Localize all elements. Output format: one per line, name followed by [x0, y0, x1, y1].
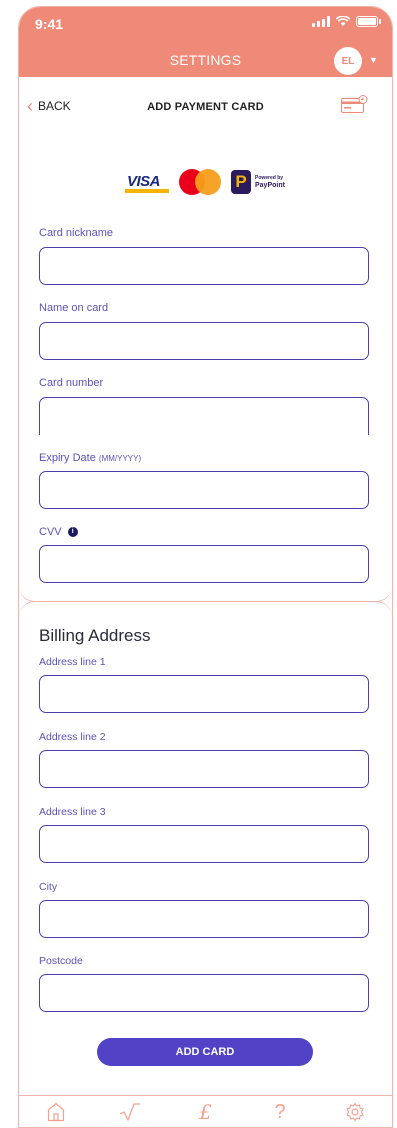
cvv-label-text: CVV [39, 526, 62, 538]
wifi-icon [336, 16, 350, 26]
expiry-date-label: Expiry Date (MM/YYYY) [39, 452, 141, 464]
signal-icon [312, 16, 330, 27]
tab-payments[interactable]: £ [185, 1098, 225, 1126]
chart-icon [119, 1103, 140, 1122]
cvv-input[interactable] [39, 545, 369, 583]
card-nickname-label: Card nickname [39, 227, 113, 239]
phone-frame: 9:41 SETTINGS EL ▼ ‹ BACK ADD PAYMENT CA… [18, 6, 393, 1128]
expiry-date-input[interactable] [39, 471, 369, 509]
chevron-down-icon[interactable]: ▼ [369, 55, 378, 65]
status-icons [312, 16, 381, 27]
payment-logos: VISA P Powered by PayPoint [125, 169, 285, 195]
address-line-2-label: Address line 2 [39, 731, 106, 743]
city-input[interactable] [39, 900, 369, 938]
card-number-input[interactable] [39, 397, 369, 435]
paypoint-name: PayPoint [255, 181, 285, 189]
paypoint-mark-icon: P [231, 170, 251, 194]
tab-settings[interactable] [335, 1098, 375, 1126]
subnav: ‹ BACK ADD PAYMENT CARD [19, 77, 392, 140]
status-time: 9:41 [35, 16, 64, 32]
pound-icon: £ [199, 1100, 212, 1124]
card-number-label: Card number [39, 377, 104, 389]
address-line-1-label: Address line 1 [39, 656, 106, 668]
address-line-3-label: Address line 3 [39, 806, 106, 818]
card-nickname-input[interactable] [39, 247, 369, 285]
tab-usage[interactable] [111, 1098, 151, 1126]
address-line-2-input[interactable] [39, 750, 369, 788]
paypoint-logo: P Powered by PayPoint [231, 170, 285, 194]
billing-title: Billing Address [39, 626, 151, 645]
name-on-card-label: Name on card [39, 302, 109, 314]
expiry-format-hint: (MM/YYYY) [98, 454, 142, 463]
name-on-card-input[interactable] [39, 322, 369, 360]
add-card-button[interactable]: ADD CARD [97, 1038, 313, 1066]
address-line-3-input[interactable] [39, 825, 369, 863]
mastercard-logo [179, 169, 221, 195]
paypoint-tag: Powered by [255, 174, 284, 181]
tab-home[interactable] [36, 1098, 76, 1126]
help-icon: ? [274, 1100, 286, 1123]
info-icon[interactable]: i [67, 527, 78, 538]
visa-wordmark: VISA [127, 173, 161, 190]
postcode-label: Postcode [39, 955, 83, 967]
subnav-title: ADD PAYMENT CARD [147, 101, 264, 113]
header: 9:41 SETTINGS EL ▼ [19, 7, 392, 77]
address-line-1-input[interactable] [39, 675, 369, 713]
tab-help[interactable]: ? [260, 1098, 300, 1126]
city-label: City [39, 881, 58, 893]
battery-icon [356, 16, 381, 27]
avatar[interactable]: EL [334, 47, 362, 75]
settings-icon [345, 1102, 364, 1122]
expiry-label-text: Expiry Date [39, 452, 96, 464]
visa-logo: VISA [125, 171, 169, 193]
cvv-label: CVV i [39, 526, 78, 538]
postcode-input[interactable] [39, 974, 369, 1012]
billing-address-section: Billing Address Address line 1 Address l… [19, 601, 392, 1094]
home-icon [48, 1102, 65, 1122]
card-details-section: VISA P Powered by PayPoint Card nickname… [19, 139, 392, 602]
tab-bar: £ ? [19, 1095, 392, 1127]
payment-card-icon [341, 95, 368, 113]
